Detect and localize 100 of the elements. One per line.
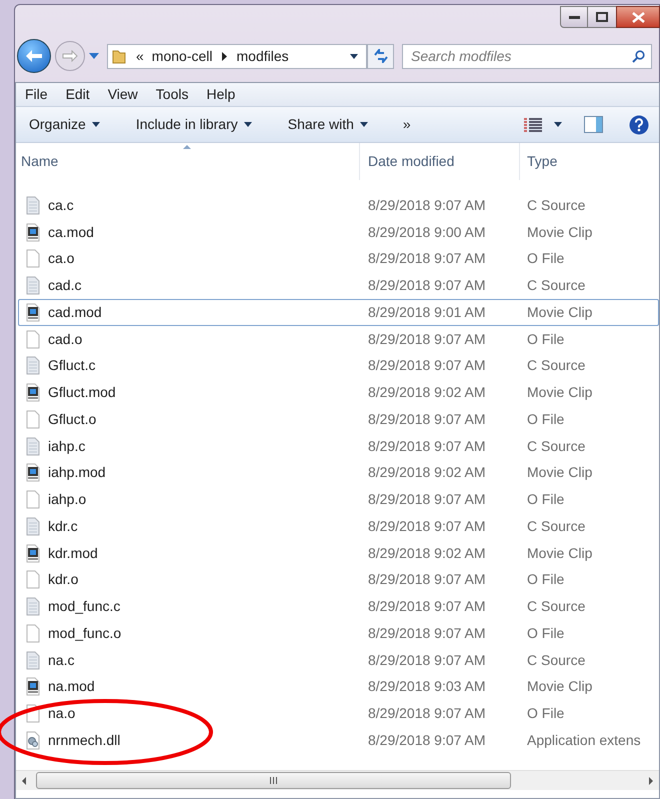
preview-pane-button[interactable] bbox=[584, 116, 603, 133]
minimize-button[interactable] bbox=[560, 6, 588, 28]
file-row[interactable]: kdr.c 8/29/2018 9:07 AM C Source bbox=[18, 513, 659, 540]
file-name: Gfluct.mod bbox=[48, 383, 116, 402]
text-file-icon bbox=[25, 196, 41, 215]
date-modified: 8/29/2018 9:07 AM bbox=[367, 356, 487, 376]
file-type: O File bbox=[526, 330, 564, 349]
file-type: Application extens bbox=[526, 730, 641, 750]
file-name: ca.c bbox=[48, 196, 74, 215]
column-header[interactable]: Name bbox=[16, 143, 359, 180]
file-name: cad.mod bbox=[48, 302, 102, 322]
view-options-button[interactable] bbox=[524, 116, 562, 132]
menu-item[interactable]: Tools bbox=[156, 84, 188, 105]
file-name: Gfluct.c bbox=[48, 356, 96, 376]
file-name: Gfluct.o bbox=[48, 410, 96, 429]
date-modified: 8/29/2018 9:07 AM bbox=[367, 650, 487, 670]
column-header[interactable]: Type bbox=[519, 143, 659, 180]
file-row[interactable]: cad.mod 8/29/2018 9:01 AM Movie Clip bbox=[18, 299, 659, 326]
date-modified: 8/29/2018 9:07 AM bbox=[367, 597, 487, 616]
file-row[interactable]: ca.c 8/29/2018 9:07 AM C Source bbox=[18, 192, 659, 219]
file-row[interactable]: kdr.o 8/29/2018 9:07 AM O File bbox=[18, 566, 659, 594]
breadcrumb-item[interactable]: mono-cell bbox=[152, 46, 212, 66]
file-type: O File bbox=[526, 410, 564, 429]
file-type: O File bbox=[526, 249, 564, 268]
file-row[interactable]: kdr.mod 8/29/2018 9:02 AM Movie Clip bbox=[18, 540, 659, 566]
date-modified: 8/29/2018 9:07 AM bbox=[367, 490, 487, 510]
date-modified: 8/29/2018 9:07 AM bbox=[367, 730, 487, 750]
close-icon bbox=[632, 12, 644, 22]
file-row[interactable]: ca.mod 8/29/2018 9:00 AM Movie Clip bbox=[18, 218, 659, 246]
maximize-icon bbox=[596, 12, 608, 22]
search-field[interactable]: Search modfiles bbox=[402, 44, 652, 68]
file-row[interactable]: cad.c 8/29/2018 9:07 AM C Source bbox=[18, 272, 659, 299]
toolbar-button[interactable]: Organize bbox=[26, 114, 103, 135]
folder-icon bbox=[112, 48, 126, 64]
file-name: iahp.mod bbox=[48, 463, 106, 482]
horizontal-scrollbar[interactable] bbox=[16, 770, 659, 790]
file-row[interactable]: mod_func.c 8/29/2018 9:07 AM C Source bbox=[18, 593, 659, 620]
more-button[interactable]: » bbox=[400, 114, 413, 135]
refresh-arrows-icon bbox=[372, 49, 388, 63]
text-file-icon bbox=[25, 516, 41, 536]
file-name: iahp.c bbox=[48, 436, 86, 456]
blank-file-icon bbox=[25, 570, 41, 590]
video-file-icon bbox=[25, 463, 41, 482]
file-row[interactable]: Gfluct.c 8/29/2018 9:07 AM C Source bbox=[18, 352, 659, 380]
close-button[interactable] bbox=[616, 6, 660, 28]
blank-file-icon bbox=[25, 330, 41, 349]
help-button[interactable] bbox=[629, 114, 649, 134]
file-row[interactable]: nrnmech.dll 8/29/2018 9:07 AM Application extens bbox=[18, 727, 659, 754]
blank-file-icon bbox=[25, 249, 41, 268]
caret-icon bbox=[244, 122, 252, 127]
menu-item[interactable]: File bbox=[25, 84, 48, 105]
file-type: Movie Clip bbox=[526, 383, 592, 402]
caret-icon bbox=[554, 122, 562, 127]
menu-item[interactable]: Help bbox=[206, 84, 236, 105]
file-type: C Source bbox=[526, 436, 586, 456]
video-file-icon bbox=[25, 383, 41, 402]
toolbar-button[interactable]: Include in library bbox=[132, 114, 255, 135]
date-modified: 8/29/2018 9:03 AM bbox=[367, 677, 487, 696]
file-row[interactable]: Gfluct.mod 8/29/2018 9:02 AM Movie Clip bbox=[18, 379, 659, 406]
file-row[interactable]: na.c 8/29/2018 9:07 AM C Source bbox=[18, 646, 659, 674]
file-row[interactable]: na.mod 8/29/2018 9:03 AM Movie Clip bbox=[18, 674, 659, 700]
file-row[interactable]: cad.o 8/29/2018 9:07 AM O File bbox=[18, 326, 659, 352]
search-input[interactable]: Search modfiles bbox=[411, 46, 632, 66]
menu-item[interactable]: Edit bbox=[66, 84, 90, 105]
file-name: cad.o bbox=[48, 330, 82, 349]
file-type: Movie Clip bbox=[526, 302, 592, 322]
blank-file-icon bbox=[25, 410, 41, 429]
file-row[interactable]: na.o 8/29/2018 9:07 AM O File bbox=[18, 700, 659, 727]
file-row[interactable]: iahp.c 8/29/2018 9:07 AM C Source bbox=[18, 432, 659, 460]
recent-dropdown-icon[interactable] bbox=[89, 53, 99, 59]
file-name: iahp.o bbox=[48, 490, 86, 510]
back-arrow-icon bbox=[25, 49, 43, 63]
date-modified: 8/29/2018 9:07 AM bbox=[367, 410, 487, 429]
file-type: C Source bbox=[526, 196, 586, 215]
video-file-icon bbox=[25, 222, 41, 242]
file-type: C Source bbox=[526, 516, 586, 536]
date-modified: 8/29/2018 9:07 AM bbox=[367, 276, 487, 296]
scrollbar-thumb[interactable] bbox=[36, 772, 511, 789]
file-row[interactable]: ca.o 8/29/2018 9:07 AM O File bbox=[18, 246, 659, 272]
file-row[interactable]: Gfluct.o 8/29/2018 9:07 AM O File bbox=[18, 406, 659, 433]
file-row[interactable]: iahp.mod 8/29/2018 9:02 AM Movie Clip bbox=[18, 460, 659, 486]
file-type: C Source bbox=[526, 597, 586, 616]
file-name: mod_func.o bbox=[48, 624, 122, 643]
file-row[interactable]: iahp.o 8/29/2018 9:07 AM O File bbox=[18, 486, 659, 513]
file-type: O File bbox=[526, 704, 564, 724]
breadcrumb-arrow-icon bbox=[222, 52, 228, 60]
column-header[interactable]: Date modified bbox=[359, 143, 519, 180]
refresh-button[interactable] bbox=[367, 44, 394, 68]
breadcrumb-overflow[interactable]: « bbox=[136, 46, 144, 66]
breadcrumb-item[interactable]: modfiles bbox=[236, 46, 289, 66]
gear-file-icon bbox=[25, 730, 41, 750]
file-name: kdr.c bbox=[48, 516, 78, 536]
menu-item[interactable]: View bbox=[108, 84, 138, 105]
maximize-button[interactable] bbox=[588, 6, 616, 28]
grip-icon bbox=[270, 777, 277, 784]
address-bar[interactable]: « mono-cell modfiles bbox=[107, 44, 367, 68]
toolbar-button[interactable]: Share with bbox=[284, 114, 371, 135]
file-row[interactable]: mod_func.o 8/29/2018 9:07 AM O File bbox=[18, 620, 659, 647]
video-file-icon bbox=[25, 544, 41, 563]
date-modified: 8/29/2018 9:07 AM bbox=[367, 196, 487, 215]
